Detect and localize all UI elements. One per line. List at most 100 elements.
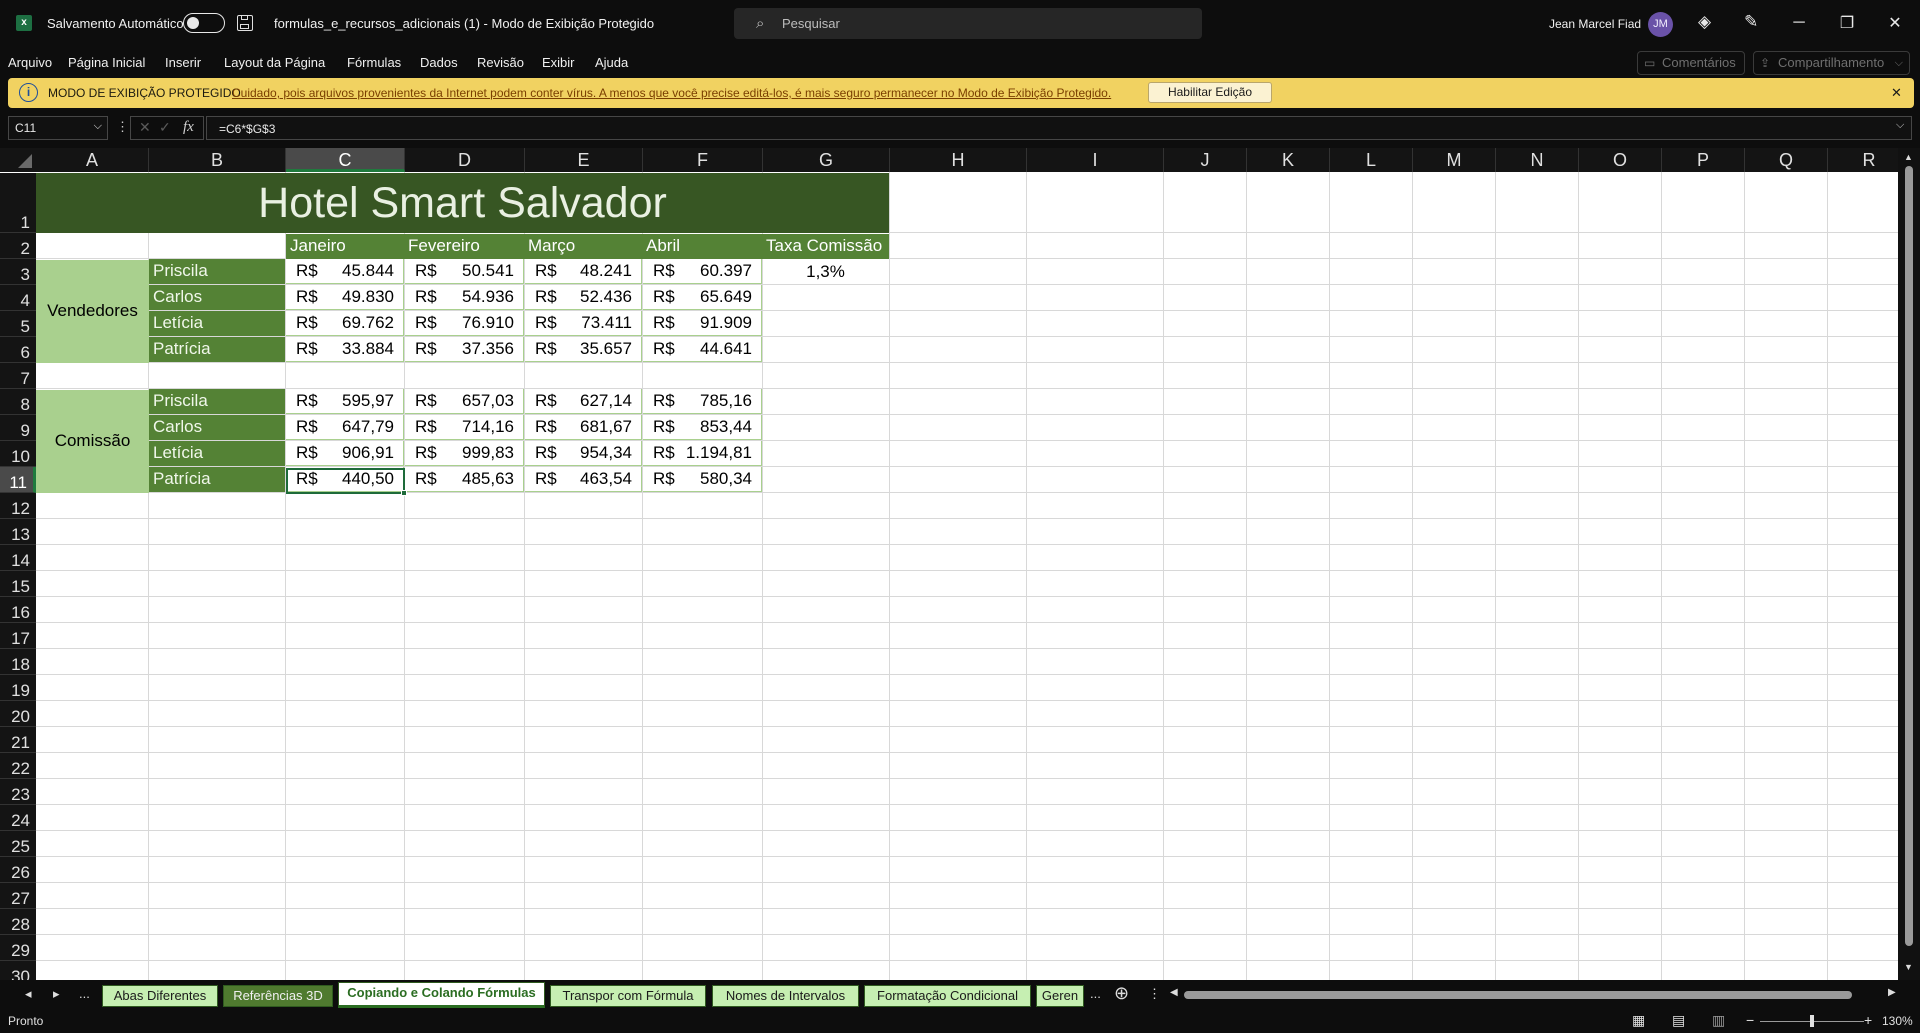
formula-expand-icon[interactable]: ⌵ — [1896, 119, 1904, 132]
column-header-f[interactable]: F — [643, 148, 763, 172]
row-header-7[interactable]: 7 — [0, 363, 36, 389]
row-header-17[interactable]: 17 — [0, 623, 36, 649]
zoom-slider-thumb[interactable] — [1810, 1015, 1814, 1027]
tab-transpor[interactable]: Transpor com Fórmula — [550, 985, 706, 1007]
row-header-21[interactable]: 21 — [0, 727, 36, 753]
more-options-icon[interactable]: ⋮ — [116, 119, 129, 135]
row-header-6[interactable]: 6 — [0, 337, 36, 363]
sales-cell[interactable]: R$ 50.541 — [405, 259, 524, 284]
column-header-p[interactable]: P — [1662, 148, 1745, 172]
save-icon[interactable] — [237, 15, 253, 31]
close-button[interactable]: ✕ — [1880, 13, 1910, 33]
header-fevereiro[interactable]: Fevereiro — [404, 236, 480, 256]
column-header-c[interactable]: C — [286, 148, 405, 172]
menu-item-ajuda[interactable]: Ajuda — [595, 55, 628, 70]
hscroll-left-icon[interactable]: ◀ — [1170, 987, 1178, 998]
column-header-h[interactable]: H — [890, 148, 1027, 172]
column-header-e[interactable]: E — [525, 148, 643, 172]
add-sheet-icon[interactable]: ⊕ — [1114, 983, 1129, 1004]
row-header-12[interactable]: 12 — [0, 493, 36, 519]
user-name[interactable]: Jean Marcel Fiad — [1549, 17, 1641, 31]
commission-cell[interactable]: R$ 853,44 — [643, 415, 762, 440]
banner-close-icon[interactable]: ✕ — [1891, 85, 1902, 101]
tab-prev-icon[interactable]: ◂ — [25, 986, 32, 1002]
avatar[interactable]: JM — [1648, 12, 1673, 37]
row-header-29[interactable]: 29 — [0, 935, 36, 961]
scroll-up-icon[interactable]: ▲ — [1904, 152, 1913, 162]
sales-cell[interactable]: R$ 44.641 — [643, 337, 762, 362]
zoom-out-icon[interactable]: − — [1746, 1012, 1754, 1028]
sales-cell[interactable]: R$ 69.762 — [286, 311, 404, 336]
header-janeiro[interactable]: Janeiro — [286, 236, 346, 256]
row-header-3[interactable]: 3 — [0, 259, 36, 285]
commission-cell[interactable]: R$ 485,63 — [405, 467, 524, 492]
spreadsheet-grid[interactable]: ABCDEFGHIJKLMNOPQR 1 2 3 4 5 6 7 8 9 10 11 12 13 14 15… — [0, 148, 1920, 980]
tab-more-left[interactable]: ... — [79, 986, 90, 1001]
sales-cell[interactable]: R$ 33.884 — [286, 337, 404, 362]
row-header-5[interactable]: 5 — [0, 311, 36, 337]
header-marco[interactable]: Março — [524, 236, 575, 256]
tab-abas-diferentes[interactable]: Abas Diferentes — [102, 985, 218, 1007]
commission-cell[interactable]: R$ 463,54 — [525, 467, 642, 492]
row-header-19[interactable]: 19 — [0, 675, 36, 701]
column-header-n[interactable]: N — [1496, 148, 1579, 172]
pen-icon[interactable]: ✎ — [1744, 12, 1758, 32]
minimize-button[interactable]: ─ — [1784, 14, 1814, 32]
horizontal-scroll-thumb[interactable] — [1184, 991, 1852, 999]
menu-item-revisao[interactable]: Revisão — [477, 55, 524, 70]
column-header-m[interactable]: M — [1413, 148, 1496, 172]
sales-cell[interactable]: R$ 52.436 — [525, 285, 642, 310]
row-header-28[interactable]: 28 — [0, 909, 36, 935]
rate-value[interactable]: 1,3% — [762, 262, 889, 282]
menu-item-dados[interactable]: Dados — [420, 55, 458, 70]
sales-cell[interactable]: R$ 60.397 — [643, 259, 762, 284]
tab-more-right[interactable]: ... — [1090, 986, 1101, 1001]
zoom-in-icon[interactable]: + — [1864, 1012, 1872, 1028]
row-header-8[interactable]: 8 — [0, 389, 36, 415]
title-chevron-down-icon[interactable]: ⌵ — [626, 15, 634, 28]
sales-cell[interactable]: R$ 35.657 — [525, 337, 642, 362]
menu-item-pagina-inicial[interactable]: Página Inicial — [68, 55, 145, 70]
restore-button[interactable]: ❐ — [1832, 13, 1862, 33]
tab-geren[interactable]: Geren — [1036, 985, 1084, 1007]
banner-message[interactable]: Cuidado, pois arquivos provenientes da I… — [232, 86, 1111, 100]
row-header-24[interactable]: 24 — [0, 805, 36, 831]
header-taxa-comissao[interactable]: Taxa Comissão — [762, 236, 882, 256]
commission-cell[interactable]: R$ 999,83 — [405, 441, 524, 466]
column-header-a[interactable]: A — [36, 148, 149, 172]
row-header-15[interactable]: 15 — [0, 571, 36, 597]
sales-cell[interactable]: R$ 65.649 — [643, 285, 762, 310]
column-header-d[interactable]: D — [405, 148, 525, 172]
hscroll-right-icon[interactable]: ▶ — [1888, 987, 1896, 998]
cancel-icon[interactable]: ✕ — [139, 119, 151, 136]
tab-copiando-colando[interactable]: Copiando e Colando Fórmulas — [338, 982, 545, 1008]
column-header-q[interactable]: Q — [1745, 148, 1828, 172]
row-header-2[interactable]: 2 — [0, 233, 36, 259]
select-all-corner[interactable] — [0, 148, 36, 172]
row-header-4[interactable]: 4 — [0, 285, 36, 311]
diamond-icon[interactable]: ◈ — [1698, 12, 1711, 32]
enable-editing-button[interactable]: Habilitar Edição — [1148, 82, 1272, 103]
commission-cell[interactable]: R$ 714,16 — [405, 415, 524, 440]
column-header-o[interactable]: O — [1579, 148, 1662, 172]
comments-button[interactable]: ▭ Comentários — [1637, 51, 1745, 75]
sheet-title[interactable]: Hotel Smart Salvador — [36, 179, 889, 228]
normal-view-icon[interactable]: ▦ — [1632, 1012, 1645, 1029]
row-header-9[interactable]: 9 — [0, 415, 36, 441]
sales-cell[interactable]: R$ 49.830 — [286, 285, 404, 310]
tab-options-icon[interactable]: ⋮ — [1148, 986, 1161, 1002]
row-header-30[interactable]: 30 — [0, 961, 36, 980]
row-header-14[interactable]: 14 — [0, 545, 36, 571]
sales-cell[interactable]: R$ 54.936 — [405, 285, 524, 310]
row-header-1[interactable]: 1 — [0, 173, 36, 233]
scroll-down-icon[interactable]: ▼ — [1904, 962, 1913, 972]
share-button[interactable]: ⇪ Compartilhamento ⌵ — [1753, 51, 1910, 75]
row-header-26[interactable]: 26 — [0, 857, 36, 883]
commission-cell[interactable]: R$ 657,03 — [405, 389, 524, 414]
fill-handle[interactable] — [401, 490, 407, 496]
column-header-j[interactable]: J — [1164, 148, 1247, 172]
tab-next-icon[interactable]: ▸ — [53, 986, 60, 1002]
zoom-level[interactable]: 130% — [1882, 1014, 1913, 1028]
commission-cell[interactable]: R$ 595,97 — [286, 389, 404, 414]
row-header-13[interactable]: 13 — [0, 519, 36, 545]
